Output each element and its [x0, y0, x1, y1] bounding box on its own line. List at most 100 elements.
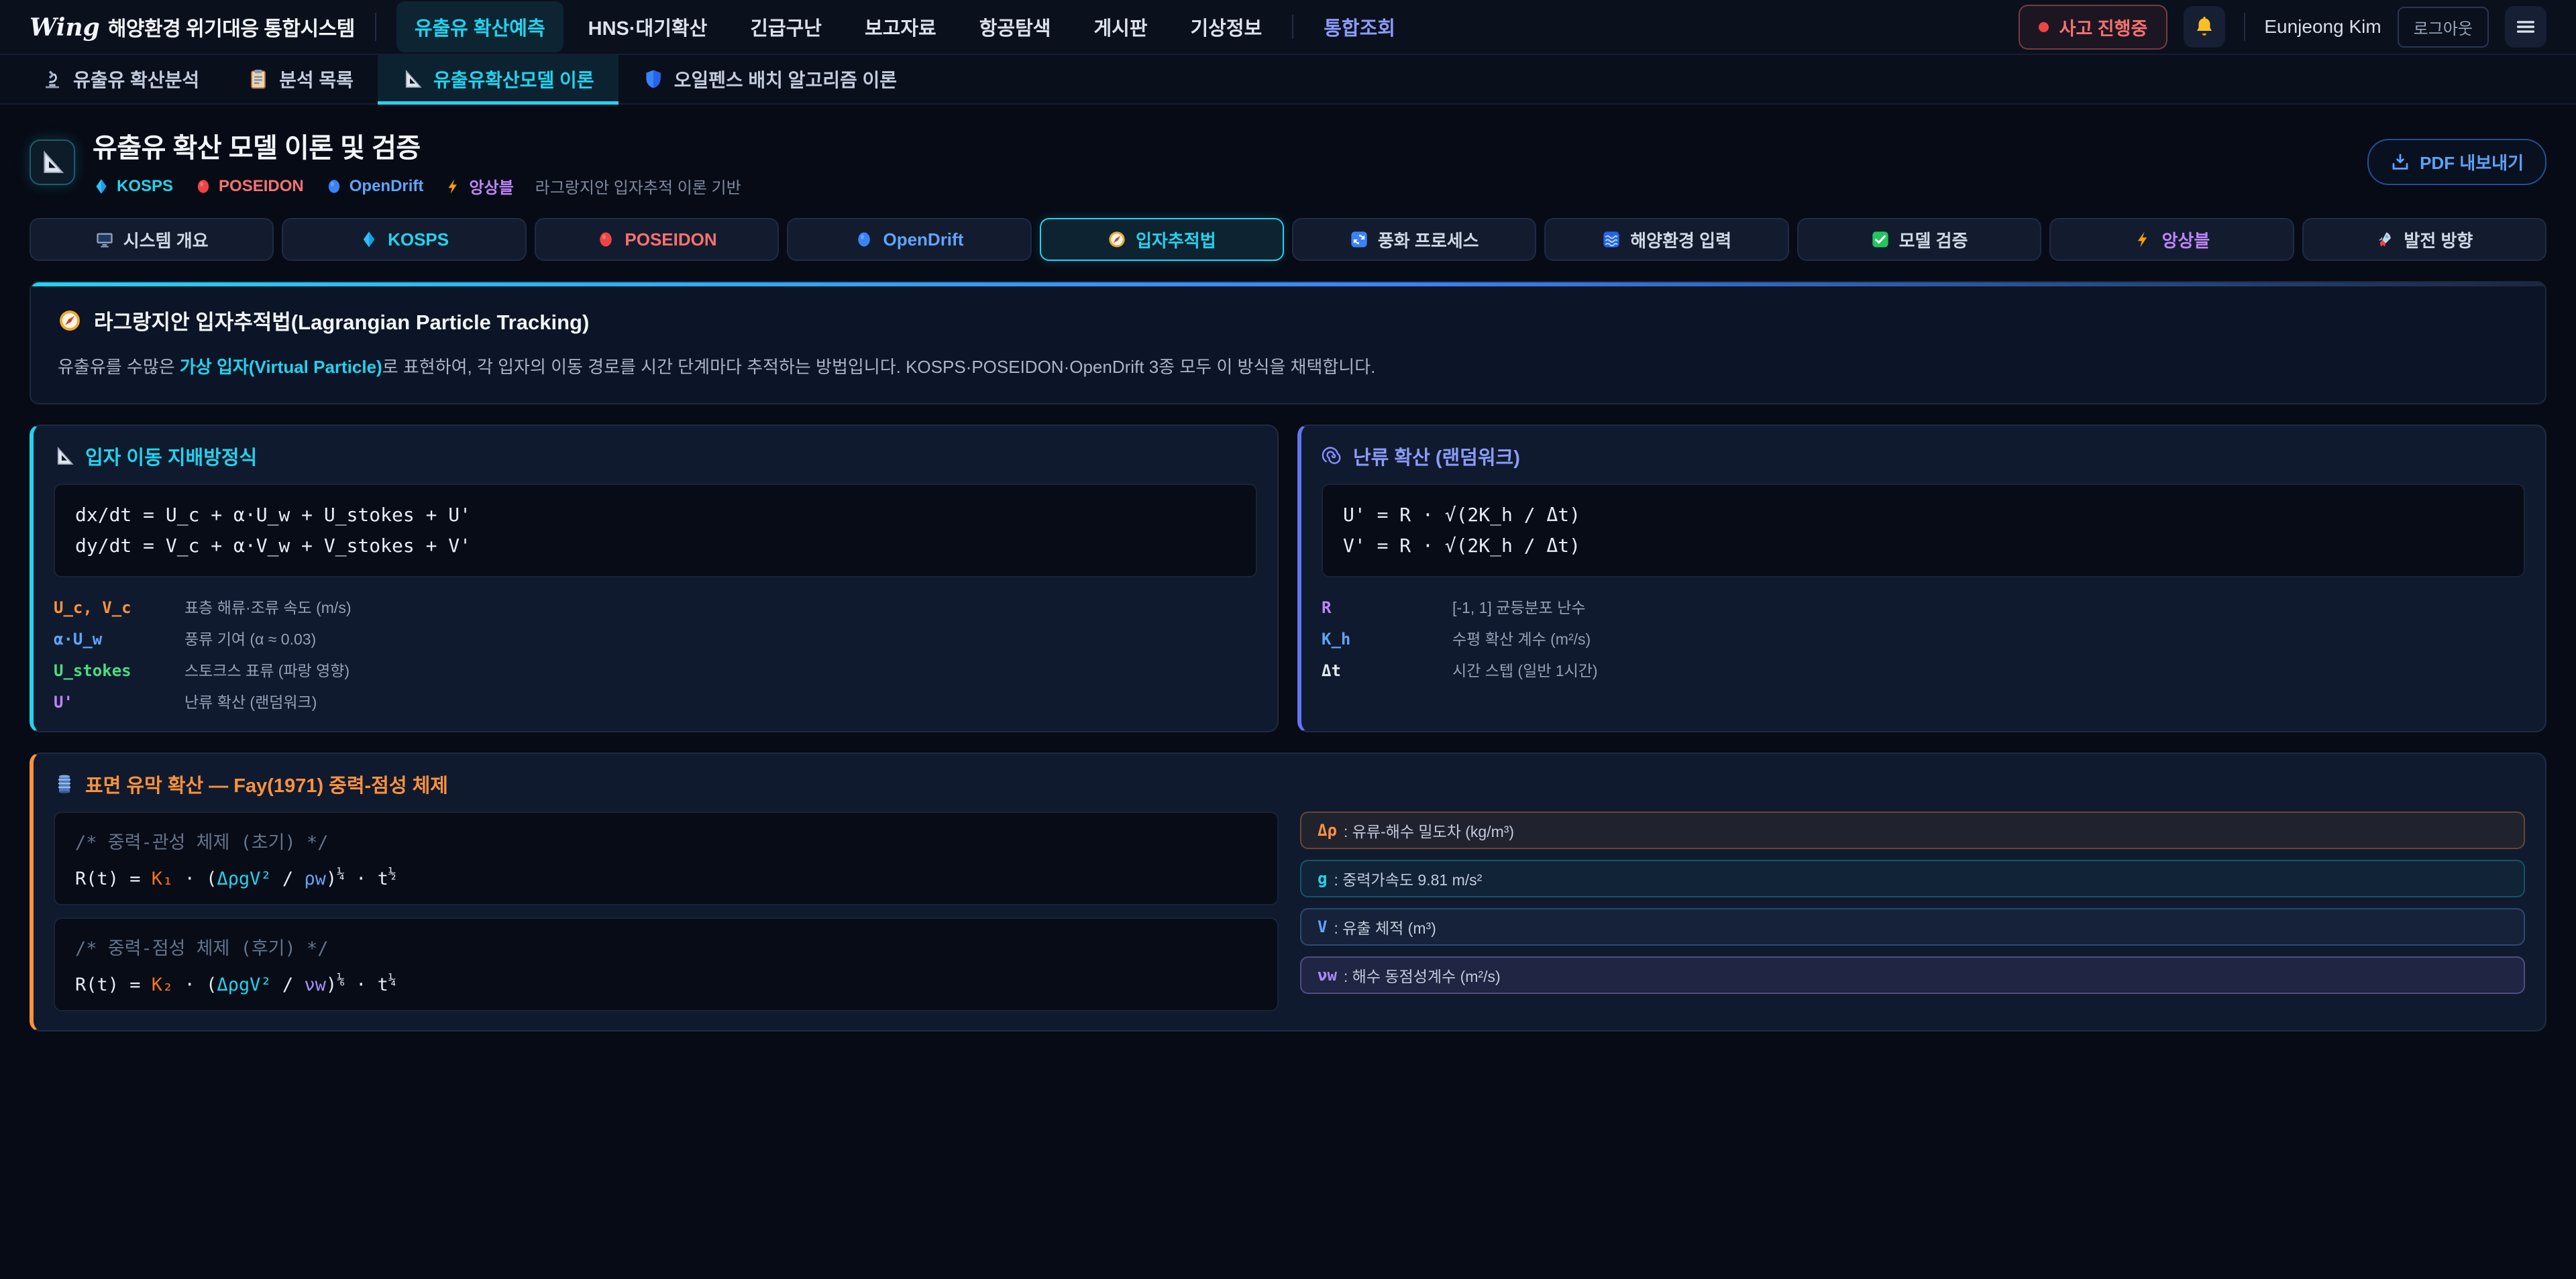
variable-pill-viscosity: νw : 해수 동점성계수 (m²/s) — [1300, 956, 2525, 994]
panel-title-row: 표면 유막 확산 — Fay(1971) 중력-점성 체제 — [54, 770, 2525, 798]
formula-seg: · ( — [173, 975, 217, 995]
legend-desc: 표층 해류·조류 속도 (m/s) — [184, 595, 1257, 618]
nav-item-reports[interactable]: 보고자료 — [847, 1, 955, 52]
nav-item-hns-atmospheric[interactable]: HNS·대기확산 — [570, 1, 726, 52]
logo-wing-icon: Wing — [30, 13, 100, 42]
particle-motion-panel: 입자 이동 지배방정식 dx/dt = U_c + α·U_w + U_stok… — [30, 425, 1279, 732]
pill-desc: : 해수 동점성계수 (m²/s) — [1344, 964, 1501, 987]
compass-icon — [58, 309, 82, 333]
nav-item-oil-spill-prediction[interactable]: 유출유 확산예측 — [396, 1, 564, 52]
section-tab-row: 시스템 개요 KOSPS POSEIDON OpenDrift 입자추적법 풍화… — [30, 218, 2546, 261]
subtab-oil-fence-algorithm-theory[interactable]: 오일펜스 배치 알고리즘 이론 — [619, 55, 921, 103]
user-name: Eunjeong Kim — [2264, 16, 2381, 38]
spiral-icon — [1322, 445, 1343, 467]
legend-desc: 스토크스 표류 (파랑 영향) — [184, 658, 1257, 681]
tab-system-overview[interactable]: 시스템 개요 — [30, 218, 274, 261]
status-dot-icon — [2039, 22, 2049, 32]
banner-description: 유출유를 수많은 가상 입자(Virtual Particle)로 표현하여, … — [58, 354, 2518, 380]
notifications-button[interactable] — [2184, 6, 2225, 48]
model-badge-row: KOSPS POSEIDON OpenDrift 앙상블 라그랑지안 입자추적 … — [93, 174, 741, 198]
download-icon — [2390, 152, 2410, 172]
pdf-export-button[interactable]: PDF 내보내기 — [2367, 139, 2546, 185]
pill-desc: : 유출 체적 (m³) — [1334, 915, 1436, 938]
divider — [375, 13, 376, 41]
formula-exponent: ¼ — [388, 972, 396, 987]
tab-poseidon[interactable]: POSEIDON — [535, 218, 779, 261]
tab-label: 입자추적법 — [1136, 227, 1216, 252]
incident-status-badge[interactable]: 사고 진행중 — [2019, 5, 2168, 50]
legend-desc: [-1, 1] 균등분포 난수 — [1452, 595, 2525, 618]
tab-label: 발전 방향 — [2404, 227, 2473, 252]
nav-item-weather-info[interactable]: 기상정보 — [1173, 1, 1281, 52]
lagrangian-banner: 라그랑지안 입자추적법(Lagrangian Particle Tracking… — [30, 281, 2546, 404]
legend-desc: 난류 확산 (랜덤워크) — [184, 689, 1257, 712]
menu-button[interactable] — [2505, 6, 2546, 48]
legend-desc: 수평 확산 계수 (m²/s) — [1452, 626, 2525, 649]
subtab-oil-spill-analysis[interactable]: 유출유 확산분석 — [17, 55, 223, 103]
fay-formula: R(t) = K₁ · (ΔρgV² / ρw)¼ · t½ — [75, 866, 1257, 889]
fay-code-column: /* 중력-관성 체제 (초기) */ R(t) = K₁ · (ΔρgV² /… — [54, 812, 1279, 1011]
fay-gravity-viscous-code: /* 중력-점성 체제 (후기) */ R(t) = K₂ · (ΔρgV² /… — [54, 917, 1279, 1011]
tab-label: KOSPS — [388, 229, 449, 250]
banner-title-row: 라그랑지안 입자추적법(Lagrangian Particle Tracking… — [58, 305, 2518, 335]
tab-marine-environment-input[interactable]: 해양환경 입력 — [1544, 218, 1788, 261]
fay-spreading-panel: 표면 유막 확산 — Fay(1971) 중력-점성 체제 /* 중력-관성 체… — [30, 753, 2546, 1032]
fay-formula: R(t) = K₂ · (ΔρgV² / νw)⅙ · t¼ — [75, 972, 1257, 995]
banner-body: 라그랑지안 입자추적법(Lagrangian Particle Tracking… — [31, 286, 2545, 403]
banner-title: 라그랑지안 입자추적법(Lagrangian Particle Tracking… — [94, 305, 589, 335]
legend-desc: 풍류 기여 (α ≈ 0.03) — [184, 626, 1257, 649]
nav-item-integrated-search[interactable]: 통합조회 — [1305, 1, 1413, 52]
pdf-export-label: PDF 내보내기 — [2420, 150, 2524, 174]
formula-seg: R(t) = — [75, 975, 152, 995]
formula-seg: ρw — [304, 869, 326, 889]
diamond-icon — [93, 178, 110, 195]
tab-particle-tracking[interactable]: 입자추적법 — [1040, 218, 1284, 261]
nav-item-aerial-search[interactable]: 항공탐색 — [961, 1, 1069, 52]
formula-seg: ΔρgV² — [217, 869, 271, 889]
bell-icon — [2193, 15, 2216, 38]
app-title: 해양환경 위기대응 통합시스템 — [108, 12, 355, 42]
tab-label: 해양환경 입력 — [1630, 227, 1731, 252]
tab-model-validation[interactable]: 모델 검증 — [1797, 218, 2041, 261]
badge-opendrift: OpenDrift — [325, 177, 424, 196]
page-header-texts: 유출유 확산 모델 이론 및 검증 KOSPS POSEIDON OpenDri… — [93, 126, 741, 198]
fay-variable-column: Δρ : 유류-해수 밀도차 (kg/m³) g : 중력가속도 9.81 m/… — [1300, 812, 2525, 994]
formula-panel-row: 입자 이동 지배방정식 dx/dt = U_c + α·U_w + U_stok… — [30, 425, 2546, 732]
blue-circle-icon — [325, 178, 343, 195]
code-line: U' = R · √(2K_h / Δt) — [1343, 500, 2504, 531]
subtab-analysis-list[interactable]: 분석 목록 — [223, 55, 378, 103]
tab-kosps[interactable]: KOSPS — [282, 218, 526, 261]
tab-opendrift[interactable]: OpenDrift — [787, 218, 1031, 261]
logout-button[interactable]: 로그아웃 — [2398, 7, 2489, 48]
subtab-label: 오일펜스 배치 알고리즘 이론 — [674, 66, 897, 93]
random-walk-code: U' = R · √(2K_h / Δt) V' = R · √(2K_h / … — [1322, 484, 2525, 577]
subtab-diffusion-model-theory[interactable]: 유출유확산모델 이론 — [378, 55, 619, 103]
tab-label: OpenDrift — [883, 229, 963, 250]
formula-seg: · t — [345, 975, 388, 995]
bolt-icon — [2134, 230, 2153, 249]
nav-item-board[interactable]: 게시판 — [1075, 1, 1165, 52]
code-line: V' = R · √(2K_h / Δt) — [1343, 531, 2504, 561]
formula-seg: · ( — [173, 869, 217, 889]
panel-title: 난류 확산 (랜덤워크) — [1353, 442, 1520, 470]
main-nav: 유출유 확산예측 HNS·대기확산 긴급구난 보고자료 항공탐색 게시판 기상정… — [396, 1, 1413, 52]
tab-future-direction[interactable]: 발전 방향 — [2302, 218, 2546, 261]
tab-weathering-process[interactable]: 풍화 프로세스 — [1292, 218, 1536, 261]
variable-pill-gravity: g : 중력가속도 9.81 m/s² — [1300, 860, 2525, 897]
shield-icon — [643, 68, 664, 90]
topnav-right-group: 사고 진행중 Eunjeong Kim 로그아웃 — [2019, 5, 2546, 50]
divider — [1292, 15, 1293, 39]
subtab-label: 유출유 확산분석 — [73, 66, 199, 93]
fay-gravity-inertia-code: /* 중력-관성 체제 (초기) */ R(t) = K₁ · (ΔρgV² /… — [54, 812, 1279, 905]
formula-seg: · t — [345, 869, 388, 889]
page-subtitle: 라그랑지안 입자추적 이론 기반 — [535, 174, 741, 198]
formula-seg: / — [272, 975, 305, 995]
app-logo[interactable]: Wing 해양환경 위기대응 통합시스템 — [30, 12, 355, 42]
tab-ensemble[interactable]: 앙상블 — [2049, 218, 2294, 261]
microscope-icon — [42, 68, 63, 90]
nav-item-emergency-rescue[interactable]: 긴급구난 — [732, 1, 840, 52]
tab-label: 시스템 개요 — [123, 227, 209, 252]
pill-symbol: νw — [1318, 966, 1337, 985]
badge-poseidon: POSEIDON — [195, 177, 304, 196]
formula-exponent: ½ — [388, 866, 396, 881]
